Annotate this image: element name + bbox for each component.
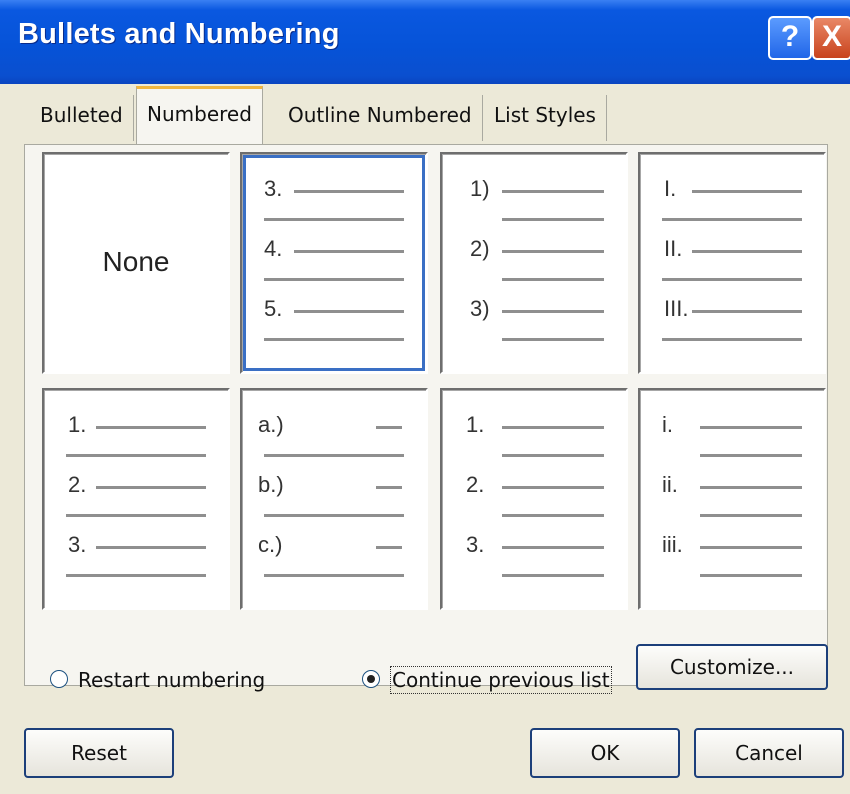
list-marker: 3.	[68, 532, 87, 557]
sample-line	[502, 310, 604, 313]
none-label: None	[102, 246, 170, 277]
sample-line	[66, 574, 206, 577]
sample-line	[662, 338, 802, 341]
sample-line	[264, 218, 404, 221]
style-numbered-2[interactable]: 1) 2) 3)	[440, 152, 628, 374]
list-marker: 3.	[264, 176, 283, 201]
sample-line	[66, 514, 206, 517]
sample-line	[376, 426, 402, 429]
style-numbered-5[interactable]: a.) b.) c.)	[240, 388, 428, 610]
sample-line	[700, 574, 802, 577]
sample-line	[294, 190, 404, 193]
restart-numbering-label[interactable]: Restart numbering	[78, 668, 265, 692]
sample-line	[502, 338, 604, 341]
sample-line	[502, 546, 604, 549]
sample-line	[692, 310, 802, 313]
help-button[interactable]: ?	[768, 16, 812, 60]
sample-line	[502, 514, 604, 517]
tab-numbered[interactable]: Numbered	[136, 86, 263, 144]
sample-line	[376, 486, 402, 489]
sample-line	[502, 218, 604, 221]
list-marker: 2.	[466, 472, 485, 497]
ok-button[interactable]: OK	[530, 728, 680, 778]
sample-line	[700, 546, 802, 549]
sample-line	[700, 486, 802, 489]
list-marker: c.)	[258, 532, 283, 557]
list-marker: a.)	[258, 412, 284, 437]
style-numbered-4[interactable]: 1. 2. 3.	[42, 388, 230, 610]
sample-line	[294, 310, 404, 313]
reset-button[interactable]: Reset	[24, 728, 174, 778]
sample-line	[692, 250, 802, 253]
list-marker: 1)	[470, 176, 490, 201]
list-marker: b.)	[258, 472, 284, 497]
sample-line	[662, 278, 802, 281]
sample-line	[264, 278, 404, 281]
style-numbered-1[interactable]: 3. 4. 5.	[240, 152, 428, 374]
list-marker: 1.	[68, 412, 87, 437]
list-marker: iii.	[662, 532, 683, 557]
sample-line	[264, 574, 404, 577]
tab-bulleted[interactable]: Bulleted	[30, 95, 134, 141]
cancel-button[interactable]: Cancel	[694, 728, 844, 778]
sample-line	[96, 546, 206, 549]
sample-line	[264, 454, 404, 457]
list-marker: 3)	[470, 296, 490, 321]
list-marker: 1.	[466, 412, 485, 437]
sample-line	[376, 546, 402, 549]
sample-line	[502, 486, 604, 489]
sample-line	[692, 190, 802, 193]
list-marker: III.	[664, 296, 689, 321]
close-button[interactable]: X	[812, 16, 850, 60]
sample-line	[700, 454, 802, 457]
sample-line	[502, 454, 604, 457]
sample-line	[502, 190, 604, 193]
list-marker: 2.	[68, 472, 87, 497]
sample-line	[502, 426, 604, 429]
title-bar: Bullets and Numbering ? X	[0, 0, 850, 84]
sample-line	[294, 250, 404, 253]
customize-button[interactable]: Customize...	[636, 644, 828, 690]
tab-outline-numbered[interactable]: Outline Numbered	[278, 95, 483, 141]
continue-list-label[interactable]: Continue previous list	[390, 666, 612, 694]
sample-line	[96, 426, 206, 429]
style-numbered-7[interactable]: i. ii. iii.	[638, 388, 826, 610]
sample-line	[662, 218, 802, 221]
list-marker: I.	[664, 176, 677, 201]
sample-line	[264, 338, 404, 341]
style-numbered-3[interactable]: I. II. III.	[638, 152, 826, 374]
tab-list-styles[interactable]: List Styles	[484, 95, 607, 141]
sample-line	[700, 514, 802, 517]
restart-numbering-radio[interactable]	[50, 670, 68, 688]
style-numbered-6[interactable]: 1. 2. 3.	[440, 388, 628, 610]
list-marker: i.	[662, 412, 673, 437]
list-marker: 2)	[470, 236, 490, 261]
sample-line	[502, 574, 604, 577]
sample-line	[502, 278, 604, 281]
sample-line	[700, 426, 802, 429]
sample-line	[66, 454, 206, 457]
list-marker: 3.	[466, 532, 485, 557]
list-marker: 4.	[264, 236, 283, 261]
continue-list-radio[interactable]	[362, 670, 380, 688]
sample-line	[96, 486, 206, 489]
dialog-title: Bullets and Numbering	[18, 18, 340, 50]
sample-line	[502, 250, 604, 253]
list-marker: II.	[664, 236, 683, 261]
sample-line	[264, 514, 404, 517]
style-none[interactable]: None	[42, 152, 230, 374]
list-marker: ii.	[662, 472, 678, 497]
list-marker: 5.	[264, 296, 283, 321]
